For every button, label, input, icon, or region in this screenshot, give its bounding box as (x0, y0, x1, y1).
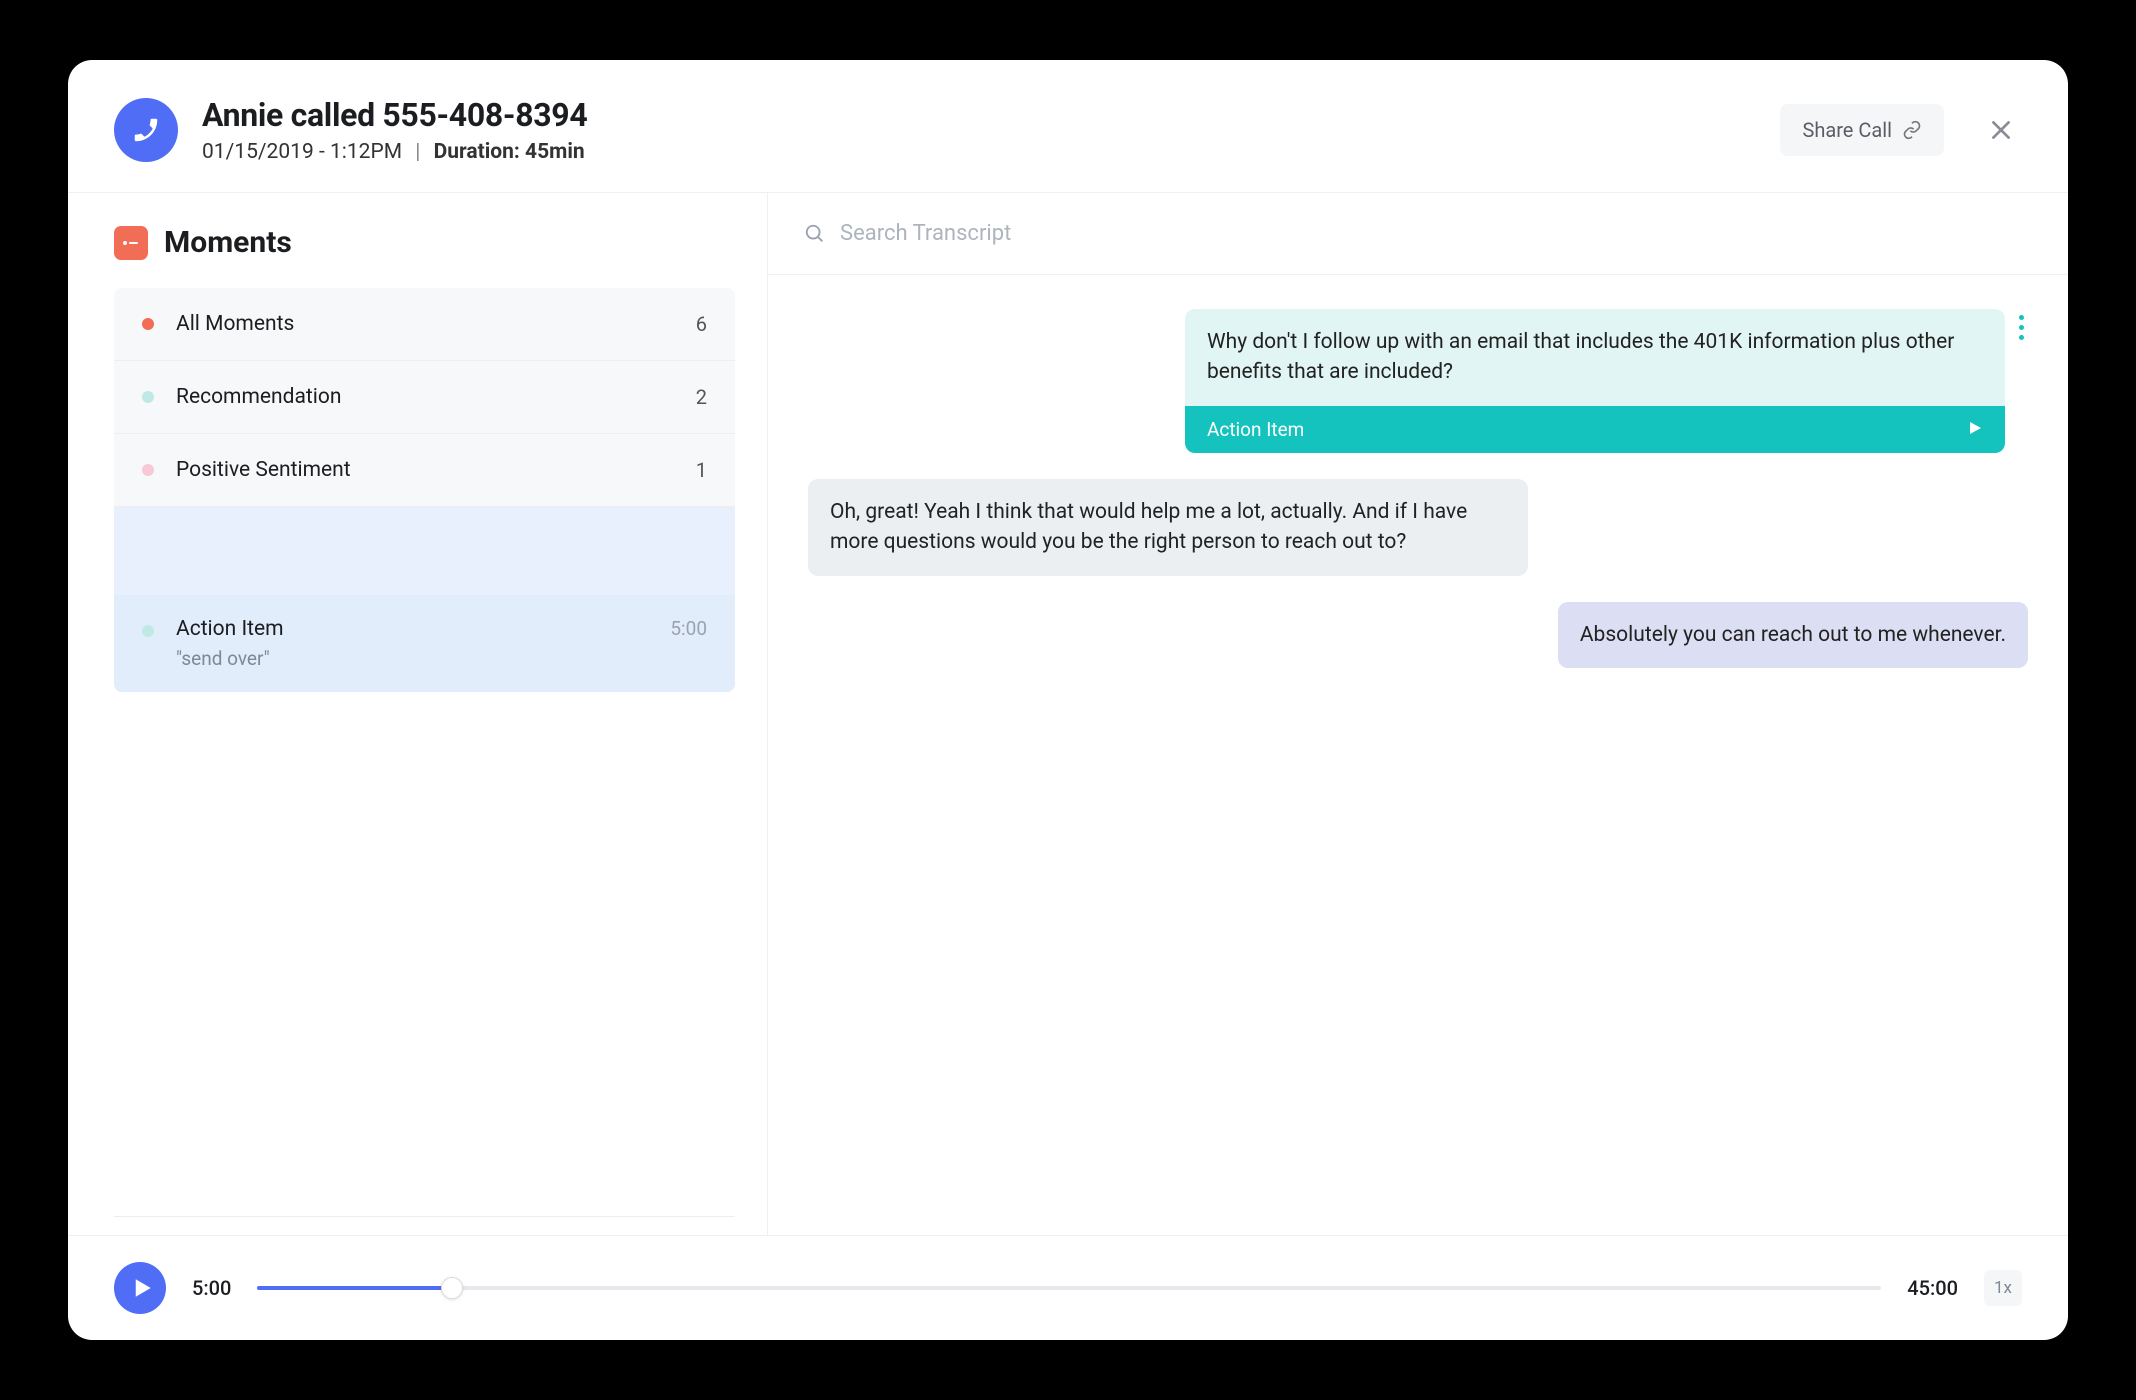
moment-filter-label: Recommendation (176, 385, 696, 409)
share-call-label: Share Call (1802, 118, 1892, 142)
sidebar-header: Moments (114, 225, 735, 260)
timeline-gap (114, 507, 735, 595)
call-subtitle: 01/15/2019 - 1:12PM | Duration: 45min (202, 140, 587, 164)
moment-filter-recommendation[interactable]: Recommendation 2 (114, 361, 735, 434)
main-panel: Why don't I follow up with an email that… (768, 193, 2068, 1235)
call-datetime: 01/15/2019 - 1:12PM (202, 140, 402, 164)
separator: | (415, 140, 420, 164)
header-text: Annie called 555-408-8394 01/15/2019 - 1… (202, 96, 587, 164)
transcript-bubble-agent[interactable]: Why don't I follow up with an email that… (1185, 309, 2005, 406)
play-snippet-button[interactable] (1967, 418, 1983, 441)
dot-icon (142, 391, 154, 403)
audio-player: 5:00 45:00 1x (68, 1235, 2068, 1340)
link-icon (1902, 120, 1922, 140)
dot-icon (142, 625, 154, 637)
action-item-label: Action Item (176, 617, 670, 641)
moment-filter-count: 2 (696, 385, 707, 409)
moment-filter-positive-sentiment[interactable]: Positive Sentiment 1 (114, 434, 735, 507)
play-icon (132, 1278, 152, 1298)
action-item-time: 5:00 (670, 617, 707, 640)
total-time: 45:00 (1907, 1276, 1958, 1300)
call-title: Annie called 555-408-8394 (202, 96, 587, 134)
more-options-button[interactable] (2015, 309, 2028, 346)
transcript-bubble-customer[interactable]: Oh, great! Yeah I think that would help … (808, 479, 1528, 576)
search-icon (804, 223, 826, 245)
transcript-bubble-agent[interactable]: Absolutely you can reach out to me whene… (1558, 602, 2028, 668)
moment-action-item[interactable]: Action Item "send over" 5:00 (114, 595, 735, 692)
transcript-row: Why don't I follow up with an email that… (808, 309, 2028, 453)
moment-filter-all[interactable]: All Moments 6 (114, 288, 735, 361)
share-call-button[interactable]: Share Call (1780, 104, 1944, 156)
playback-speed-button[interactable]: 1x (1984, 1270, 2022, 1306)
moment-filter-count: 6 (696, 312, 707, 336)
header: Annie called 555-408-8394 01/15/2019 - 1… (68, 60, 2068, 193)
search-input[interactable] (840, 221, 2032, 246)
sidebar-divider (114, 1216, 735, 1217)
transcript-row: Oh, great! Yeah I think that would help … (808, 479, 2028, 576)
moment-filter-count: 1 (696, 458, 707, 482)
moments-title: Moments (164, 225, 292, 260)
seek-fill (257, 1286, 452, 1290)
close-button[interactable] (1980, 109, 2022, 151)
dot-icon (142, 318, 154, 330)
call-detail-window: Annie called 555-408-8394 01/15/2019 - 1… (68, 60, 2068, 1340)
call-duration: Duration: 45min (434, 140, 585, 164)
seek-thumb[interactable] (441, 1277, 463, 1299)
transcript: Why don't I follow up with an email that… (768, 275, 2068, 1235)
call-icon (114, 98, 178, 162)
moments-icon (114, 226, 148, 260)
transcript-row: Absolutely you can reach out to me whene… (808, 602, 2028, 668)
sidebar: Moments All Moments 6 Recommendation 2 P… (68, 193, 768, 1235)
current-time: 5:00 (192, 1276, 231, 1300)
moment-filter-label: Positive Sentiment (176, 458, 696, 482)
moment-filter-label: All Moments (176, 312, 696, 336)
dot-icon (142, 464, 154, 476)
play-icon (1967, 420, 1983, 436)
action-item-strip-label: Action Item (1207, 418, 1304, 441)
action-item-strip[interactable]: Action Item (1185, 406, 2005, 453)
moments-filter-list: All Moments 6 Recommendation 2 Positive … (114, 288, 735, 692)
action-item-quote: "send over" (176, 647, 670, 670)
close-icon (1988, 117, 2014, 143)
play-button[interactable] (114, 1262, 166, 1314)
search-bar (768, 193, 2068, 275)
seek-track[interactable] (257, 1286, 1881, 1290)
body: Moments All Moments 6 Recommendation 2 P… (68, 193, 2068, 1235)
